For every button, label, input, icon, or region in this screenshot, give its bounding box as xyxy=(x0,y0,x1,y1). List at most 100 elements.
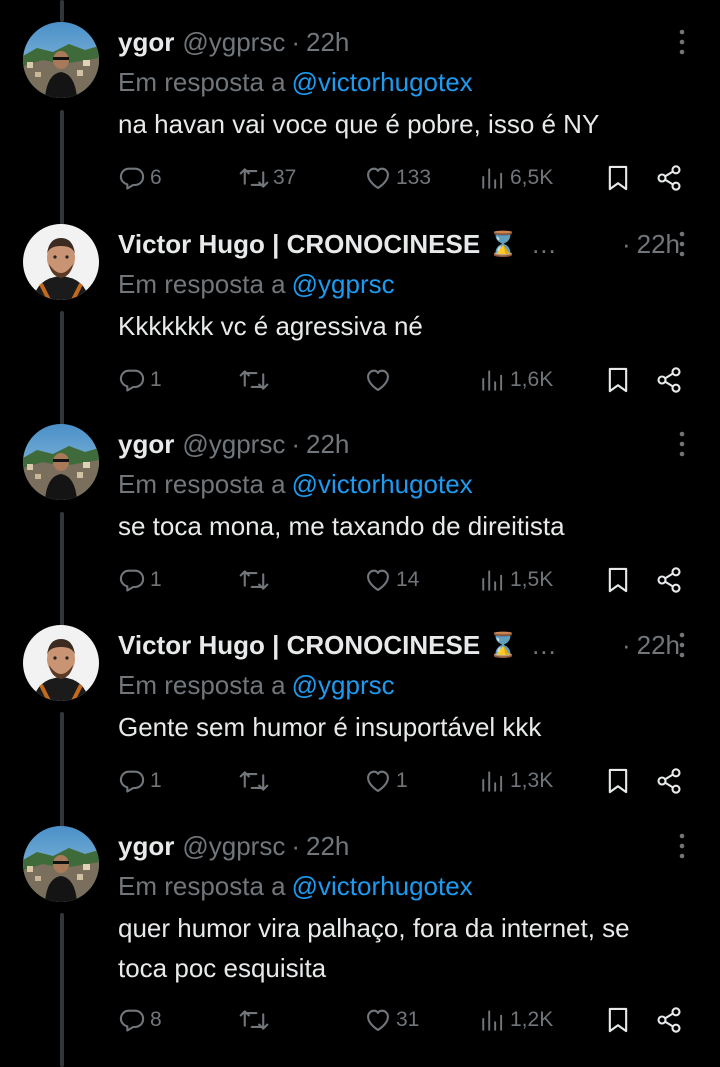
reply-icon xyxy=(119,167,145,190)
views-icon xyxy=(482,771,503,792)
reply-button[interactable]: 1 xyxy=(118,761,162,801)
avatar[interactable] xyxy=(23,224,99,300)
more-vertical-icon[interactable] xyxy=(672,228,692,260)
share-button[interactable] xyxy=(655,1000,683,1040)
author-handle[interactable]: @ygprsc xyxy=(182,27,285,58)
bookmark-button[interactable] xyxy=(606,1000,630,1040)
views-count: 6,5K xyxy=(510,166,554,189)
author-name[interactable]: ygor xyxy=(118,27,174,58)
more-vertical-icon[interactable] xyxy=(672,26,692,58)
tweet-header: ygor @ygprsc · 22h xyxy=(118,826,680,866)
author-handle[interactable]: @ygprsc xyxy=(182,831,285,862)
reply-count: 1 xyxy=(150,368,162,391)
author-name[interactable]: ygor xyxy=(118,429,174,460)
avatar[interactable] xyxy=(23,424,99,500)
like-button[interactable]: 1 xyxy=(364,761,408,801)
reply-prefix: Em resposta a xyxy=(118,269,286,299)
like-button[interactable]: 133 xyxy=(364,158,431,198)
share-button[interactable] xyxy=(655,360,683,400)
action-bar: 6 37 133 6,5K xyxy=(118,158,698,198)
timestamp[interactable]: 22h xyxy=(306,831,349,862)
reply-button[interactable]: 1 xyxy=(118,560,162,600)
bookmark-icon xyxy=(608,165,628,191)
like-button[interactable]: 14 xyxy=(364,560,419,600)
like-button[interactable]: 31 xyxy=(364,1000,419,1040)
author-name[interactable]: Victor Hugo | CRONOCINESE xyxy=(118,229,480,260)
avatar[interactable] xyxy=(23,826,99,902)
bookmark-button[interactable] xyxy=(606,360,630,400)
timestamp[interactable]: 22h xyxy=(306,429,349,460)
share-icon xyxy=(657,1007,681,1033)
like-count: 31 xyxy=(396,1008,420,1031)
like-button[interactable] xyxy=(364,360,396,400)
reply-prefix: Em resposta a xyxy=(118,871,286,901)
reply-context: Em resposta a @ygprsc xyxy=(118,665,680,705)
tweet[interactable]: ygor @ygprsc · 22h Em resposta a @victorh… xyxy=(0,826,720,1066)
views-count: 1,5K xyxy=(510,568,554,591)
tweet-header: Victor Hugo | CRONOCINESE ⌛ ... · 22h xyxy=(118,224,680,264)
share-button[interactable] xyxy=(655,158,683,198)
views-button[interactable]: 6,5K xyxy=(480,158,553,198)
tweet[interactable]: ygor @ygprsc · 22h Em resposta a @victorh… xyxy=(0,22,720,222)
reply-button[interactable]: 8 xyxy=(118,1000,162,1040)
retweet-icon xyxy=(239,1010,269,1030)
tweet[interactable]: ygor @ygprsc · 22h Em resposta a @victorh… xyxy=(0,424,720,624)
retweet-button[interactable] xyxy=(239,1000,273,1040)
retweet-count: 37 xyxy=(273,166,297,189)
bookmark-button[interactable] xyxy=(606,761,630,801)
reply-button[interactable]: 6 xyxy=(118,158,162,198)
tweet[interactable]: Victor Hugo | CRONOCINESE ⌛ ... · 22h Em… xyxy=(0,625,720,825)
avatar[interactable] xyxy=(23,625,99,701)
reply-icon xyxy=(119,770,145,793)
views-count: 1,2K xyxy=(510,1008,554,1031)
share-button[interactable] xyxy=(655,560,683,600)
more-vertical-icon[interactable] xyxy=(672,629,692,661)
reply-icon xyxy=(119,369,145,392)
tweet[interactable]: Victor Hugo | CRONOCINESE ⌛ ... · 22h Em… xyxy=(0,224,720,424)
tweet-text: na havan vai voce que é pobre, isso é NY xyxy=(118,109,600,139)
reply-mention[interactable]: @ygprsc xyxy=(292,269,395,299)
more-vertical-icon[interactable] xyxy=(672,830,692,862)
retweet-button[interactable]: 37 xyxy=(239,158,296,198)
reply-icon xyxy=(119,1009,145,1032)
reply-prefix: Em resposta a xyxy=(118,670,286,700)
author-name[interactable]: Victor Hugo | CRONOCINESE xyxy=(118,630,480,661)
share-icon xyxy=(657,567,681,593)
action-bar: 1 1 1,3K xyxy=(118,761,698,801)
reply-button[interactable]: 1 xyxy=(118,360,162,400)
heart-icon xyxy=(367,770,389,792)
author-handle[interactable]: @ygprsc xyxy=(182,429,285,460)
views-button[interactable]: 1,6K xyxy=(480,360,553,400)
timestamp[interactable]: 22h xyxy=(306,27,349,58)
share-icon xyxy=(657,367,681,393)
bookmark-button[interactable] xyxy=(606,560,630,600)
reply-mention[interactable]: @victorhugotex xyxy=(292,871,473,901)
views-button[interactable]: 1,5K xyxy=(480,560,553,600)
views-button[interactable]: 1,2K xyxy=(480,1000,553,1040)
retweet-button[interactable] xyxy=(239,560,273,600)
author-name[interactable]: ygor xyxy=(118,831,174,862)
bookmark-icon xyxy=(608,768,628,794)
retweet-button[interactable] xyxy=(239,360,273,400)
reply-mention[interactable]: @ygprsc xyxy=(292,670,395,700)
reply-count: 6 xyxy=(150,166,162,189)
retweet-icon xyxy=(239,771,269,791)
action-bar: 1 14 1,5K xyxy=(118,560,698,600)
retweet-button[interactable] xyxy=(239,761,273,801)
tweet-header: ygor @ygprsc · 22h xyxy=(118,424,680,464)
like-count: 14 xyxy=(396,568,420,591)
more-vertical-icon[interactable] xyxy=(672,428,692,460)
avatar[interactable] xyxy=(23,22,99,98)
reply-context: Em resposta a @ygprsc xyxy=(118,264,680,304)
reply-mention[interactable]: @victorhugotex xyxy=(292,67,473,97)
bookmark-icon xyxy=(608,1007,628,1033)
reply-count: 1 xyxy=(150,769,162,792)
tweet-text: Gente sem humor é insuportável kkk xyxy=(118,712,542,742)
share-button[interactable] xyxy=(655,761,683,801)
reply-mention[interactable]: @victorhugotex xyxy=(292,469,473,499)
reply-context: Em resposta a @victorhugotex xyxy=(118,62,680,102)
views-button[interactable]: 1,3K xyxy=(480,761,553,801)
bookmark-button[interactable] xyxy=(606,158,630,198)
reply-context: Em resposta a @victorhugotex xyxy=(118,866,680,906)
separator-dot: · xyxy=(291,428,300,459)
